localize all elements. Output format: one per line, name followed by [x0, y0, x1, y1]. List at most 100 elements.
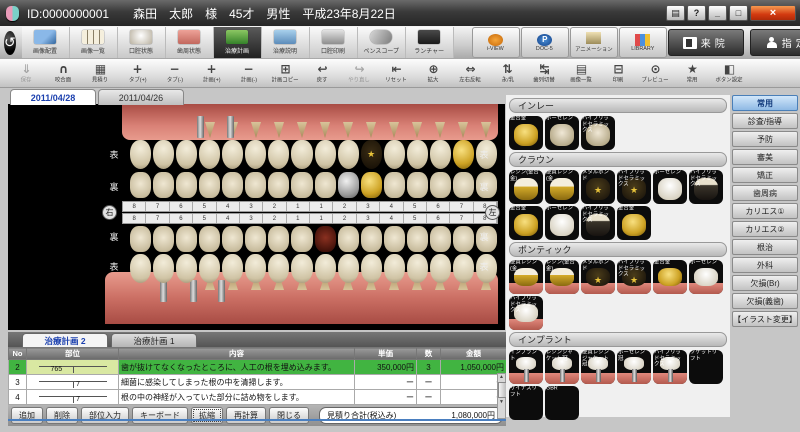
tooth-lower_front-5[interactable]	[199, 254, 220, 283]
tooth-upper_occlusal-1[interactable]	[291, 172, 312, 198]
tooth-upper_front-1[interactable]	[315, 140, 336, 169]
tile-金合金[interactable]: 金合金	[653, 260, 687, 294]
plan-row[interactable]: 2765歯が抜けてなくなったところに、人工の根を埋め込みます。350,000円3…	[9, 360, 507, 375]
tile-ポーセレン[interactable]: ポーセレン	[545, 116, 579, 150]
tool-library-button[interactable]: LIBRARY	[619, 27, 667, 58]
menu-image-layout-button[interactable]: 画像配置	[22, 27, 70, 58]
menu-oral-print-button[interactable]: 口腔印刷	[310, 27, 358, 58]
sidebar-カリエス①-button[interactable]: カリエス①	[732, 203, 798, 219]
tile-サイナスリフト[interactable]: サイナスリフト	[509, 386, 543, 420]
tooth-lower_front-6[interactable]	[430, 254, 451, 283]
tile-メタルボンド[interactable]: メタルボンド	[581, 170, 615, 204]
toolbar-歯列切替-button[interactable]: ↹歯列切替	[526, 60, 563, 87]
toolbar-見積り-button[interactable]: ▦見積り	[82, 60, 119, 87]
tooth-upper_occlusal-6[interactable]	[176, 172, 197, 198]
toolbar-計画コピー-button[interactable]: ⊞計画コピー	[267, 60, 304, 87]
tooth-lower_occlusal-2[interactable]	[268, 226, 289, 252]
menu-penscope-button[interactable]: ペンスコープ	[358, 27, 406, 58]
tool---button[interactable]: アニメーション	[570, 27, 618, 58]
plan-row[interactable]: 47根の中の神経が入っていた部分に詰め物をします。ーーー	[9, 390, 507, 405]
tile-ポーセレン[interactable]: ポーセレン	[689, 260, 723, 294]
tooth-upper_occlusal-3[interactable]	[245, 172, 266, 198]
toolbar-リセット-button[interactable]: ⇤リセット	[378, 60, 415, 87]
tooth-upper_occlusal-3[interactable]	[361, 172, 382, 198]
tile-硬質レジン(金[interactable]: 硬質レジン(金	[545, 170, 579, 204]
tile-金合金[interactable]: 金合金	[509, 116, 543, 150]
sidebar-審美-button[interactable]: 審美	[732, 149, 798, 165]
toolbar-タブ(-)-button[interactable]: −タブ(-)	[156, 60, 193, 87]
tooth-lower_occlusal-4[interactable]	[384, 226, 405, 252]
tooth-upper_front-5[interactable]	[407, 140, 428, 169]
dental-chart[interactable]: ★ 8765432112345678 8765432112345678 表 裏 …	[8, 104, 505, 330]
tile-硬質レジン(金[interactable]: 硬質レジン(金	[509, 260, 543, 294]
plan-部位入力-button[interactable]: 部位入力	[81, 407, 129, 424]
plan-追加-button[interactable]: 追加	[11, 407, 43, 424]
tooth-lower_occlusal-3[interactable]	[361, 226, 382, 252]
tile-ハイブリッドセラミックス[interactable]: ハイブリッドセラミックス	[581, 116, 615, 150]
tile-ハイブリッドセラミックス[interactable]: ハイブリッドセラミックス	[617, 170, 651, 204]
tile-金合金[interactable]: 金合金	[509, 206, 543, 240]
minimize-button[interactable]: _	[708, 5, 727, 21]
back-circle-button[interactable]: ↺	[4, 31, 16, 55]
tooth-lower_occlusal-5[interactable]	[199, 226, 220, 252]
tooth-upper_occlusal-4[interactable]	[222, 172, 243, 198]
tooth-upper_front-2[interactable]	[268, 140, 289, 169]
toolbar-拡大-button[interactable]: ⊕拡大	[415, 60, 452, 87]
tooth-upper_front-3[interactable]	[245, 140, 266, 169]
tooth-lower_front-6[interactable]	[176, 254, 197, 283]
tooth-upper_front-4[interactable]	[384, 140, 405, 169]
tooth-lower_occlusal-7[interactable]	[153, 226, 174, 252]
toolbar-タブ(+)-button[interactable]: +タブ(+)	[119, 60, 156, 87]
tooth-upper_occlusal-4[interactable]	[384, 172, 405, 198]
tooth-lower_front-2[interactable]	[338, 254, 359, 283]
tooth-upper_occlusal-7[interactable]	[453, 172, 474, 198]
tooth-lower_occlusal-3[interactable]	[245, 226, 266, 252]
tool-i-view-button[interactable]: i-VIEW	[472, 27, 520, 58]
tile-硬質レジンジャケット冠[interactable]: 硬質レジンジャケット冠	[581, 350, 615, 384]
tile-ハイブリッドセラミックス[interactable]: ハイブリッドセラミックス	[581, 206, 615, 240]
tooth-lower_front-7[interactable]	[153, 254, 174, 283]
tile-ハイブリッドセラミックス[interactable]: ハイブリッドセラミックス	[509, 296, 543, 330]
tooth-upper_front-2[interactable]	[338, 140, 359, 169]
tile-レジンジャケット冠[interactable]: レジンジャケット冠	[545, 350, 579, 384]
tile-ポーセレン冠[interactable]: ポーセレン冠	[617, 350, 651, 384]
toolbar-咬合面-button[interactable]: ∩咬合面	[45, 60, 82, 87]
tooth-lower_occlusal-2[interactable]	[338, 226, 359, 252]
scroll-down-icon[interactable]: ▼	[498, 399, 505, 406]
tooth-upper_front-3[interactable]: ★	[361, 140, 382, 169]
assign-button[interactable]: 指定	[750, 29, 800, 56]
tooth-upper_occlusal-2[interactable]	[268, 172, 289, 198]
sidebar-矯正-button[interactable]: 矯正	[732, 167, 798, 183]
menu-treatment-plan-button[interactable]: 治療計画	[214, 27, 262, 58]
toolbar-戻す-button[interactable]: ↩戻す	[304, 60, 341, 87]
sidebar-カリエス②-button[interactable]: カリエス②	[732, 221, 798, 237]
close-button[interactable]: ×	[750, 5, 796, 21]
attend-button[interactable]: 来院	[668, 29, 744, 56]
sidebar-根治-button[interactable]: 根治	[732, 239, 798, 255]
plan-キーボード-button[interactable]: キーボード	[132, 407, 188, 424]
tooth-lower_occlusal-1[interactable]	[315, 226, 336, 252]
tooth-lower_front-2[interactable]	[268, 254, 289, 283]
tooth-upper_front-6[interactable]	[176, 140, 197, 169]
tooth-upper_occlusal-8[interactable]	[130, 172, 151, 198]
toolbar-プレビュー-button[interactable]: ⊙プレビュー	[637, 60, 674, 87]
menu-perio-state-button[interactable]: 歯周状態	[166, 27, 214, 58]
tooth-upper_front-8[interactable]	[130, 140, 151, 169]
scroll-up-icon[interactable]: ▲	[498, 374, 505, 381]
plan-削除-button[interactable]: 削除	[46, 407, 78, 424]
toolbar-画像一覧-button[interactable]: ▤画像一覧	[563, 60, 600, 87]
sidebar-常用-button[interactable]: 常用	[732, 95, 798, 111]
toolbar-常用-button[interactable]: ★常用	[674, 60, 711, 87]
date-tab-2011/04/28[interactable]: 2011/04/28	[10, 89, 96, 105]
tile-ソケットリフト[interactable]: ソケットリフト	[689, 350, 723, 384]
toolbar-印刷-button[interactable]: ⊟印刷	[600, 60, 637, 87]
input-pad-button[interactable]: ▤	[666, 5, 685, 21]
tile-ハイブリッドセラミックス[interactable]: ハイブリッドセラミックス	[653, 350, 687, 384]
menu-image-list-button[interactable]: 画像一覧	[70, 27, 118, 58]
menu-treatment-explain-button[interactable]: 治療説明	[262, 27, 310, 58]
tooth-upper_front-5[interactable]	[199, 140, 220, 169]
plan-拡縮-button[interactable]: 拡縮	[191, 407, 223, 424]
tooth-upper_occlusal-2[interactable]	[338, 172, 359, 198]
restore-button[interactable]: □	[729, 5, 748, 21]
tooth-lower_front-3[interactable]	[361, 254, 382, 283]
